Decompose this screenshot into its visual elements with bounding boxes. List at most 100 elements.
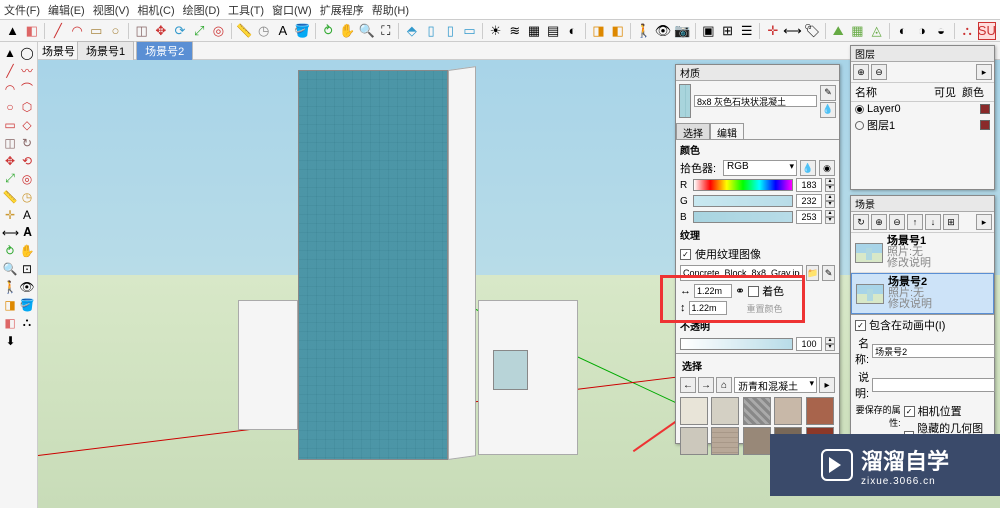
create-material-icon[interactable]: ✎: [820, 85, 836, 101]
paint-icon-l[interactable]: 🪣: [19, 296, 35, 313]
front-view-icon[interactable]: ▯: [423, 22, 440, 40]
circle-tool-icon[interactable]: ○: [107, 22, 124, 40]
pan-icon-l[interactable]: ✋: [19, 242, 35, 259]
move-icon-l[interactable]: ✥: [2, 152, 18, 169]
b-input[interactable]: [796, 210, 822, 224]
tab-select[interactable]: 选择: [676, 123, 710, 139]
style-3-icon[interactable]: ◒: [933, 22, 950, 40]
swatch-1[interactable]: [680, 397, 708, 425]
eyedropper-icon[interactable]: 💧: [800, 160, 816, 176]
sandbox-1-icon[interactable]: ⛰: [830, 22, 847, 40]
opacity-input[interactable]: [796, 337, 822, 351]
layers-menu-icon[interactable]: ▸: [976, 64, 992, 80]
component-icon[interactable]: ⊞: [719, 22, 736, 40]
swatch-5[interactable]: [806, 397, 834, 425]
offset-icon-l[interactable]: ◎: [19, 170, 35, 187]
color-wheel-icon[interactable]: ◉: [819, 160, 835, 176]
menu-window[interactable]: 窗口(W): [272, 2, 312, 18]
dimension-icon[interactable]: ⟷: [783, 22, 801, 40]
prop-camera-checkbox[interactable]: ✓: [904, 406, 915, 417]
add-layer-icon[interactable]: ⊕: [853, 64, 869, 80]
remove-layer-icon[interactable]: ⊖: [871, 64, 887, 80]
rotate-icon[interactable]: ⟳: [171, 22, 188, 40]
pan-icon[interactable]: ✋: [339, 22, 356, 40]
sandbox-2-icon[interactable]: ▦: [849, 22, 866, 40]
shaded-icon[interactable]: ◐: [564, 22, 581, 40]
orbit-icon-l[interactable]: ⥁: [2, 242, 18, 259]
rect-icon[interactable]: ▭: [2, 116, 18, 133]
protractor-icon-l[interactable]: ◷: [19, 188, 35, 205]
swatch-3[interactable]: [743, 397, 771, 425]
look-icon-l[interactable]: 👁: [19, 278, 35, 295]
layer-row-0[interactable]: Layer0: [851, 102, 994, 116]
menu-extensions[interactable]: 扩展程序: [320, 2, 364, 18]
remove-scene-icon[interactable]: ⊖: [889, 214, 905, 230]
arc-icon[interactable]: ◠: [2, 80, 18, 97]
axes-icon[interactable]: ✛: [764, 22, 781, 40]
axes-icon-l[interactable]: ✛: [2, 206, 18, 223]
sandbox-3-icon[interactable]: ◬: [868, 22, 885, 40]
material-name-input[interactable]: [694, 95, 817, 107]
fog-icon[interactable]: ≋: [506, 22, 523, 40]
rect-tool-icon[interactable]: ▭: [88, 22, 105, 40]
scene-desc-input[interactable]: [872, 378, 995, 392]
section-icon-l[interactable]: ◨: [2, 296, 18, 313]
swatch-7[interactable]: [711, 427, 739, 455]
edit-texture-icon[interactable]: ✎: [822, 265, 835, 281]
scale-icon[interactable]: ⤢: [191, 22, 208, 40]
collection-dropdown[interactable]: 沥青和混凝土: [734, 377, 817, 393]
walk-icon[interactable]: 🚶: [635, 22, 652, 40]
freehand-icon[interactable]: 〰: [19, 62, 35, 79]
zoom-icon-l[interactable]: 🔍: [2, 260, 18, 277]
g-spinner[interactable]: ▴▾: [825, 194, 835, 208]
back-icon[interactable]: ←: [680, 377, 696, 393]
add-scene-icon[interactable]: ⊕: [871, 214, 887, 230]
g-slider[interactable]: [693, 195, 793, 207]
offset-icon[interactable]: ◎: [210, 22, 227, 40]
swatch-2[interactable]: [711, 397, 739, 425]
reset-color-label[interactable]: 重置颜色: [747, 302, 783, 315]
select-tool-icon[interactable]: ▲: [4, 22, 21, 40]
top-view-icon[interactable]: ▭: [461, 22, 478, 40]
scene-up-icon[interactable]: ↑: [907, 214, 923, 230]
line-tool-icon[interactable]: ╱: [49, 22, 66, 40]
dim-icon-l[interactable]: ⟷: [2, 224, 19, 241]
sample-material-icon[interactable]: 💧: [820, 102, 836, 118]
menu-view[interactable]: 视图(V): [93, 2, 130, 18]
tab-edit[interactable]: 编辑: [710, 123, 744, 139]
fwd-icon[interactable]: →: [698, 377, 714, 393]
scenes-menu-icon[interactable]: ▸: [976, 214, 992, 230]
r-slider[interactable]: [693, 179, 793, 191]
position-icon-l[interactable]: ⬇: [2, 332, 19, 349]
home-icon[interactable]: ⌂: [716, 377, 732, 393]
followme-icon[interactable]: ↻: [19, 134, 35, 151]
rotrect-icon[interactable]: ◇: [19, 116, 35, 133]
group-icon[interactable]: ▣: [700, 22, 717, 40]
iso-view-icon[interactable]: ⬘: [403, 22, 420, 40]
3dwh-icon[interactable]: ⛬: [19, 314, 35, 331]
line-icon[interactable]: ╱: [2, 62, 18, 79]
texture-height-input[interactable]: [689, 301, 727, 315]
style-2-icon[interactable]: ◑: [913, 22, 930, 40]
menu-camera[interactable]: 相机(C): [137, 2, 174, 18]
layer-color-0[interactable]: [980, 104, 990, 114]
layer-color-1[interactable]: [980, 120, 990, 130]
rotate-icon-l[interactable]: ⟲: [19, 152, 35, 169]
scene-tab-1[interactable]: 场景号1: [77, 41, 134, 60]
texture-width-input[interactable]: [694, 284, 732, 298]
zoomwin-icon[interactable]: ⊡: [19, 260, 35, 277]
r-input[interactable]: [796, 178, 822, 192]
scale-icon-l[interactable]: ⤢: [2, 170, 18, 187]
eraser-icon-l[interactable]: ◧: [2, 314, 18, 331]
arc2-icon[interactable]: ⌒: [19, 80, 35, 97]
menu-tools[interactable]: 工具(T): [228, 2, 264, 18]
text-icon[interactable]: A: [274, 22, 291, 40]
tape-icon-l[interactable]: 📏: [2, 188, 18, 205]
menu-file[interactable]: 文件(F): [4, 2, 40, 18]
scene-tab-2[interactable]: 场景号2: [136, 41, 193, 60]
swatch-4[interactable]: [774, 397, 802, 425]
browse-texture-icon[interactable]: 📁: [806, 265, 819, 281]
side-view-icon[interactable]: ▯: [442, 22, 459, 40]
layer-row-1[interactable]: 图层1: [851, 116, 994, 134]
details-icon[interactable]: ▸: [819, 377, 835, 393]
